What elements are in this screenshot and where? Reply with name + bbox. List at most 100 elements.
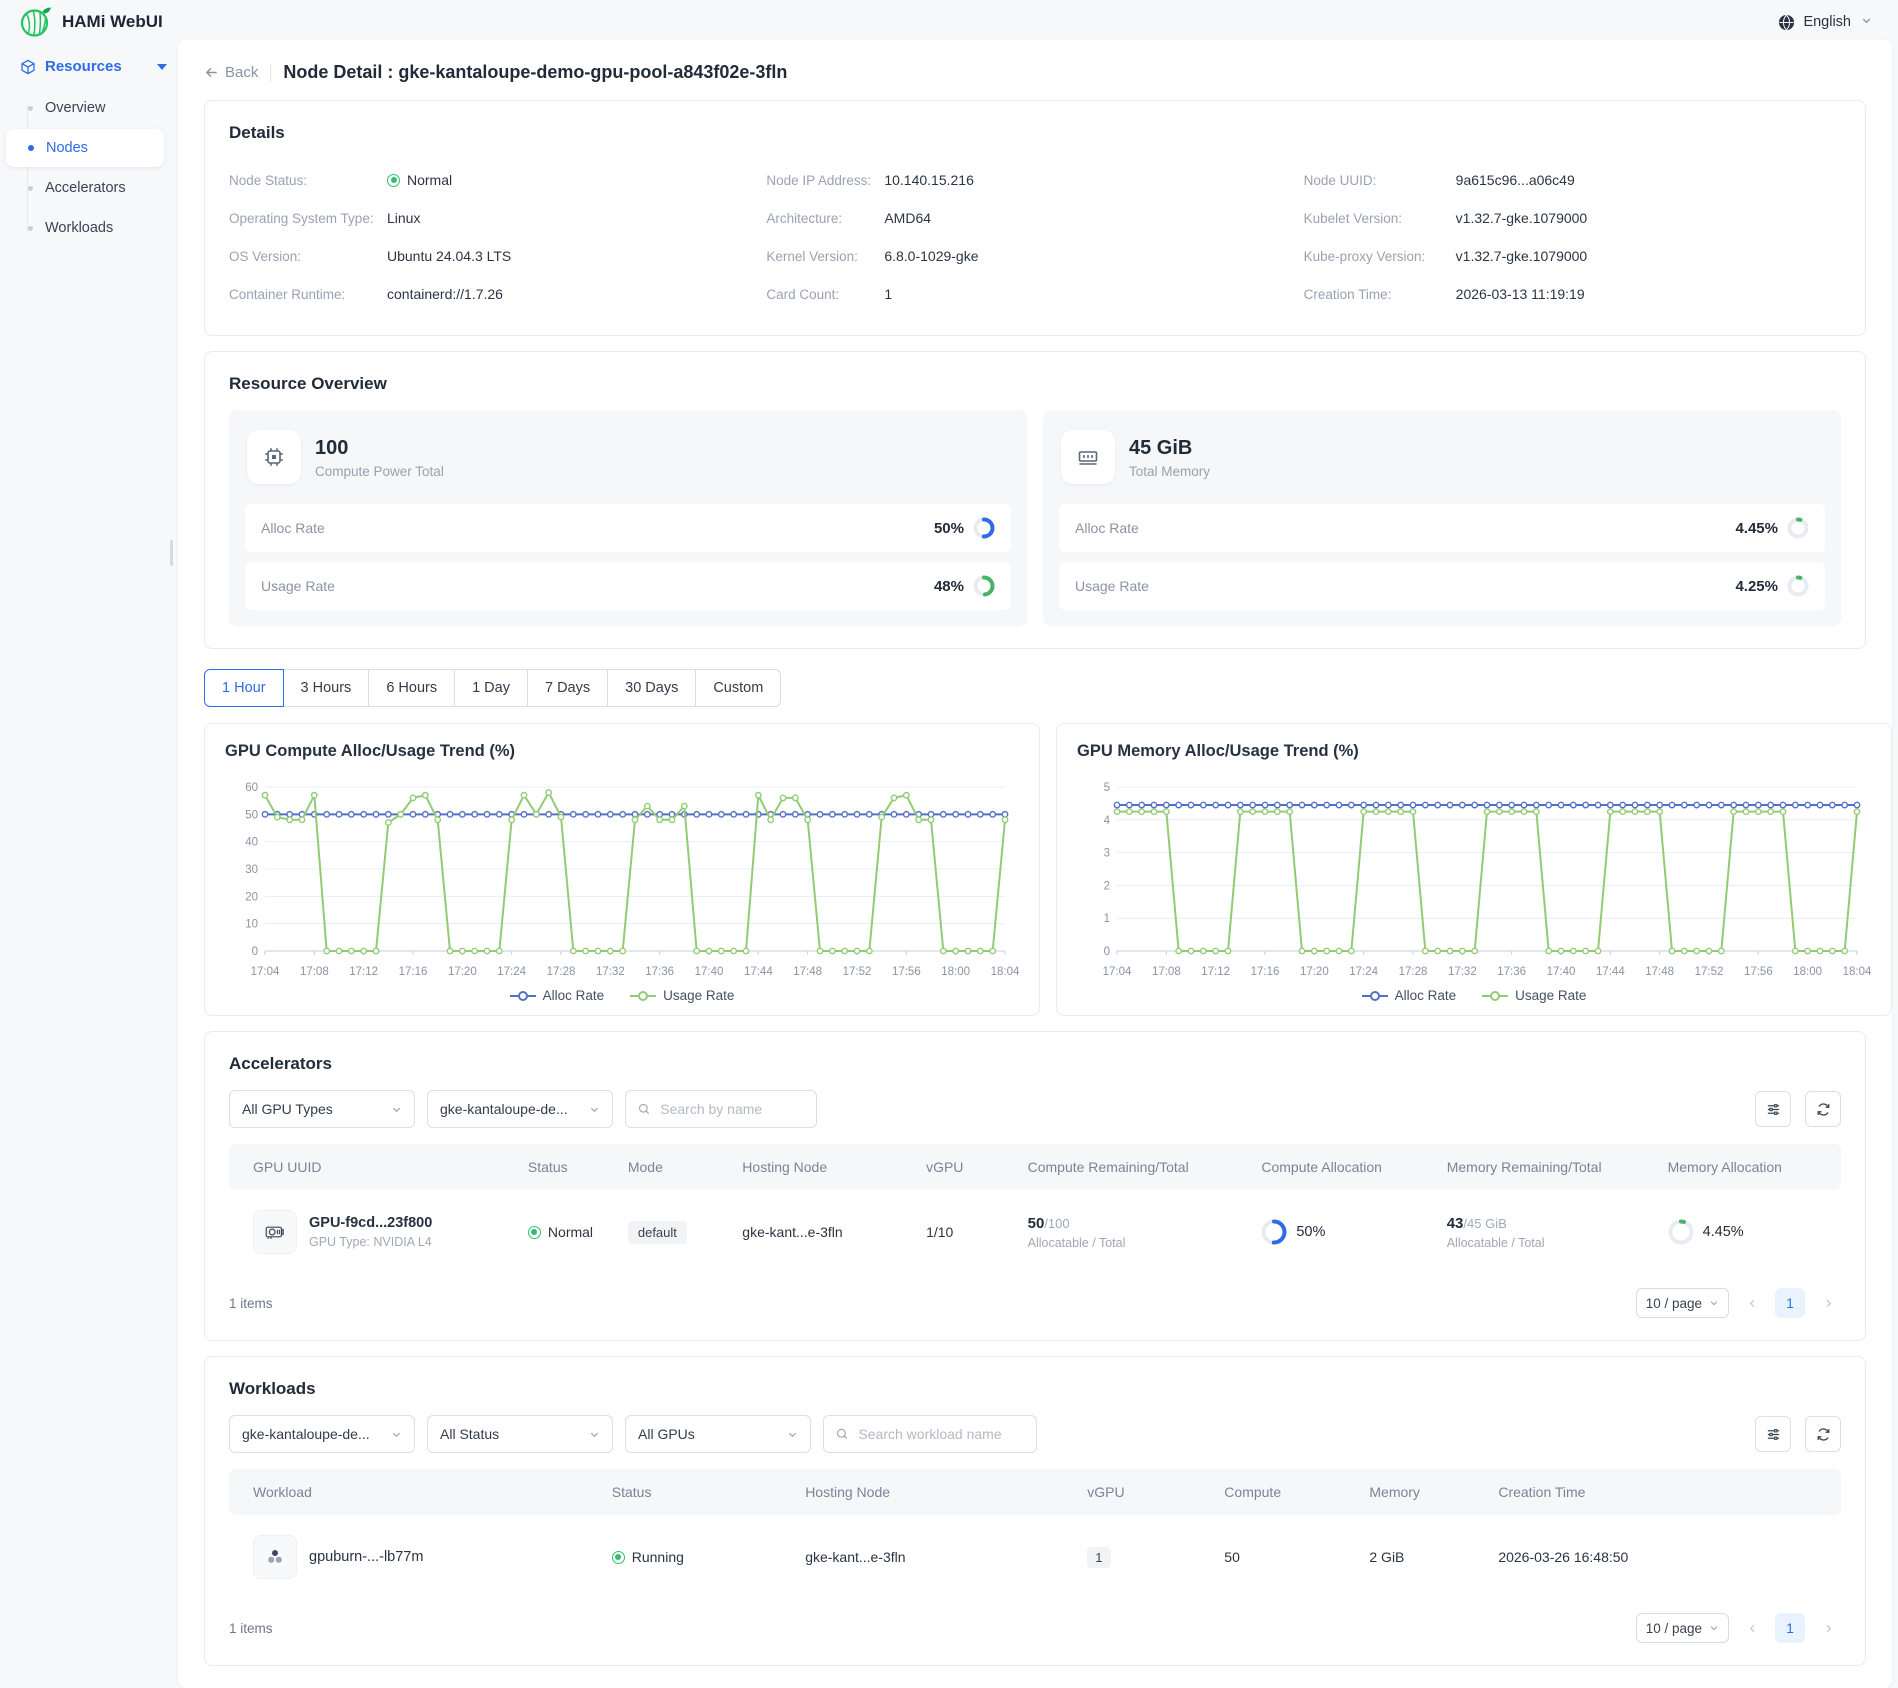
tab-1-hour[interactable]: 1 Hour — [204, 669, 284, 707]
node-status-value: Normal — [387, 172, 452, 188]
usage-rate-label: Usage Rate — [1075, 578, 1149, 594]
legend-item[interactable]: Alloc Rate — [1362, 988, 1457, 1003]
bullet-icon — [28, 145, 34, 151]
sidebar-item-label: Workloads — [45, 220, 113, 236]
svg-text:10: 10 — [245, 919, 258, 931]
sidebar-section-label: Resources — [45, 58, 122, 75]
gpu-type-select[interactable]: All GPU Types — [229, 1090, 415, 1128]
svg-text:17:08: 17:08 — [300, 966, 329, 978]
svg-text:17:32: 17:32 — [596, 966, 625, 978]
sidebar: Resources Overview Nodes Accelerators Wo… — [0, 44, 172, 249]
sidebar-item-accelerators[interactable]: Accelerators — [6, 169, 164, 207]
tab-1-day[interactable]: 1 Day — [454, 669, 528, 707]
page-size-select[interactable]: 10 / page — [1636, 1613, 1729, 1643]
svg-text:17:24: 17:24 — [1349, 966, 1378, 978]
next-page-button[interactable] — [1815, 1615, 1841, 1641]
refresh-button[interactable] — [1805, 1091, 1841, 1127]
svg-text:30: 30 — [245, 864, 258, 876]
tab-30-days[interactable]: 30 Days — [607, 669, 696, 707]
tab-3-hours[interactable]: 3 Hours — [283, 669, 370, 707]
prev-page-button[interactable] — [1739, 1615, 1765, 1641]
field-label: Kubelet Version: — [1304, 211, 1456, 226]
workload-gpus-select[interactable]: All GPUs — [625, 1415, 811, 1453]
column-settings-button[interactable] — [1755, 1091, 1791, 1127]
gpu-memory-trend-chart: 01234517:0417:0817:1217:1617:2017:2417:2… — [1077, 775, 1871, 981]
chart-legend: Alloc Rate Usage Rate — [225, 988, 1019, 1003]
chevron-down-icon — [589, 1429, 600, 1440]
field-value: 1 — [884, 286, 892, 302]
sidebar-item-nodes[interactable]: Nodes — [6, 129, 164, 167]
next-page-button[interactable] — [1815, 1290, 1841, 1316]
chevron-down-icon — [1709, 1298, 1719, 1308]
legend-item[interactable]: Usage Rate — [630, 988, 734, 1003]
node-select[interactable]: gke-kantaloupe-de... — [427, 1090, 613, 1128]
accelerators-card: Accelerators All GPU Types gke-kantaloup… — [204, 1031, 1866, 1341]
svg-text:17:36: 17:36 — [645, 966, 674, 978]
field-value: v1.32.7-gke.1079000 — [1456, 248, 1588, 264]
memory-alloc-rate-row: Alloc Rate 4.45% — [1059, 504, 1825, 552]
chevron-down-icon — [1861, 14, 1872, 30]
refresh-button[interactable] — [1805, 1416, 1841, 1452]
gpu-vgpu: 1/10 — [914, 1224, 1016, 1240]
col-status: Status — [600, 1484, 793, 1500]
workload-search-input[interactable] — [856, 1425, 1024, 1443]
svg-text:17:40: 17:40 — [1547, 966, 1576, 978]
page-size-select[interactable]: 10 / page — [1636, 1288, 1729, 1318]
workload-name: gpuburn-...-lb77m — [309, 1549, 423, 1565]
tab-custom[interactable]: Custom — [695, 669, 781, 707]
svg-text:17:48: 17:48 — [1645, 966, 1674, 978]
svg-text:20: 20 — [245, 891, 258, 903]
gpu-compute-trend-chart: 010203040506017:0417:0817:1217:1617:2017… — [225, 775, 1019, 981]
column-settings-button[interactable] — [1755, 1416, 1791, 1452]
svg-text:17:56: 17:56 — [892, 966, 921, 978]
sidebar-item-overview[interactable]: Overview — [6, 89, 164, 127]
svg-text:17:16: 17:16 — [399, 966, 428, 978]
brand: HAMi WebUI — [18, 5, 163, 39]
sidebar-section-resources[interactable]: Resources — [0, 44, 172, 87]
back-button[interactable]: Back — [204, 64, 258, 81]
usage-rate-donut — [973, 575, 995, 597]
workload-hosting-node: gke-kant...e-3fln — [793, 1549, 1075, 1565]
field-label: Kube-proxy Version: — [1304, 249, 1456, 264]
workloads-card: Workloads gke-kantaloupe-de... All Statu… — [204, 1356, 1866, 1666]
workload-creation-time: 2026-03-26 16:48:50 — [1486, 1549, 1841, 1565]
accelerator-search-input[interactable] — [658, 1100, 804, 1118]
svg-text:17:52: 17:52 — [843, 966, 872, 978]
arrow-left-icon — [204, 65, 219, 80]
field-label: Node IP Address: — [766, 173, 884, 188]
legend-item[interactable]: Alloc Rate — [510, 988, 605, 1003]
workload-node-select[interactable]: gke-kantaloupe-de... — [229, 1415, 415, 1453]
tab-6-hours[interactable]: 6 Hours — [368, 669, 455, 707]
field-value: 6.8.0-1029-gke — [884, 248, 978, 264]
sidebar-item-label: Nodes — [46, 140, 88, 156]
field-label: Operating System Type: — [229, 211, 387, 226]
sidebar-item-workloads[interactable]: Workloads — [6, 209, 164, 247]
svg-text:18:04: 18:04 — [991, 966, 1019, 978]
page-number-1[interactable]: 1 — [1775, 1613, 1805, 1643]
workload-node-value: gke-kantaloupe-de... — [242, 1426, 370, 1442]
memory-remaining-cell: 43/45 GiB Allocatable / Total — [1435, 1215, 1656, 1250]
compute-allocation-donut — [1261, 1219, 1287, 1245]
svg-text:17:20: 17:20 — [448, 966, 477, 978]
bullet-icon — [28, 186, 33, 191]
accelerator-row[interactable]: GPU-f9cd...23f800 GPU Type: NVIDIA L4 No… — [229, 1190, 1841, 1274]
workload-status-select[interactable]: All Status — [427, 1415, 613, 1453]
workloads-title: Workloads — [229, 1379, 1841, 1399]
svg-text:0: 0 — [252, 946, 258, 958]
bullet-icon — [28, 106, 33, 111]
prev-page-button[interactable] — [1739, 1290, 1765, 1316]
field-label: Node Status: — [229, 173, 387, 188]
page-number-1[interactable]: 1 — [1775, 1288, 1805, 1318]
language-selector[interactable]: English — [1778, 14, 1872, 31]
details-card: Details Node Status: Normal Operating Sy… — [204, 100, 1866, 336]
tab-7-days[interactable]: 7 Days — [527, 669, 608, 707]
legend-item[interactable]: Usage Rate — [1482, 988, 1586, 1003]
workload-row[interactable]: gpuburn-...-lb77m Running gke-kant...e-3… — [229, 1515, 1841, 1599]
usage-rate-donut — [1787, 575, 1809, 597]
memory-total-label: Total Memory — [1129, 464, 1210, 479]
svg-text:17:56: 17:56 — [1744, 966, 1773, 978]
col-gpu-uuid: GPU UUID — [229, 1159, 516, 1175]
usage-rate-value: 4.25% — [1735, 578, 1778, 595]
mode-tag: default — [628, 1221, 687, 1244]
sidebar-resize-handle[interactable] — [170, 540, 173, 566]
